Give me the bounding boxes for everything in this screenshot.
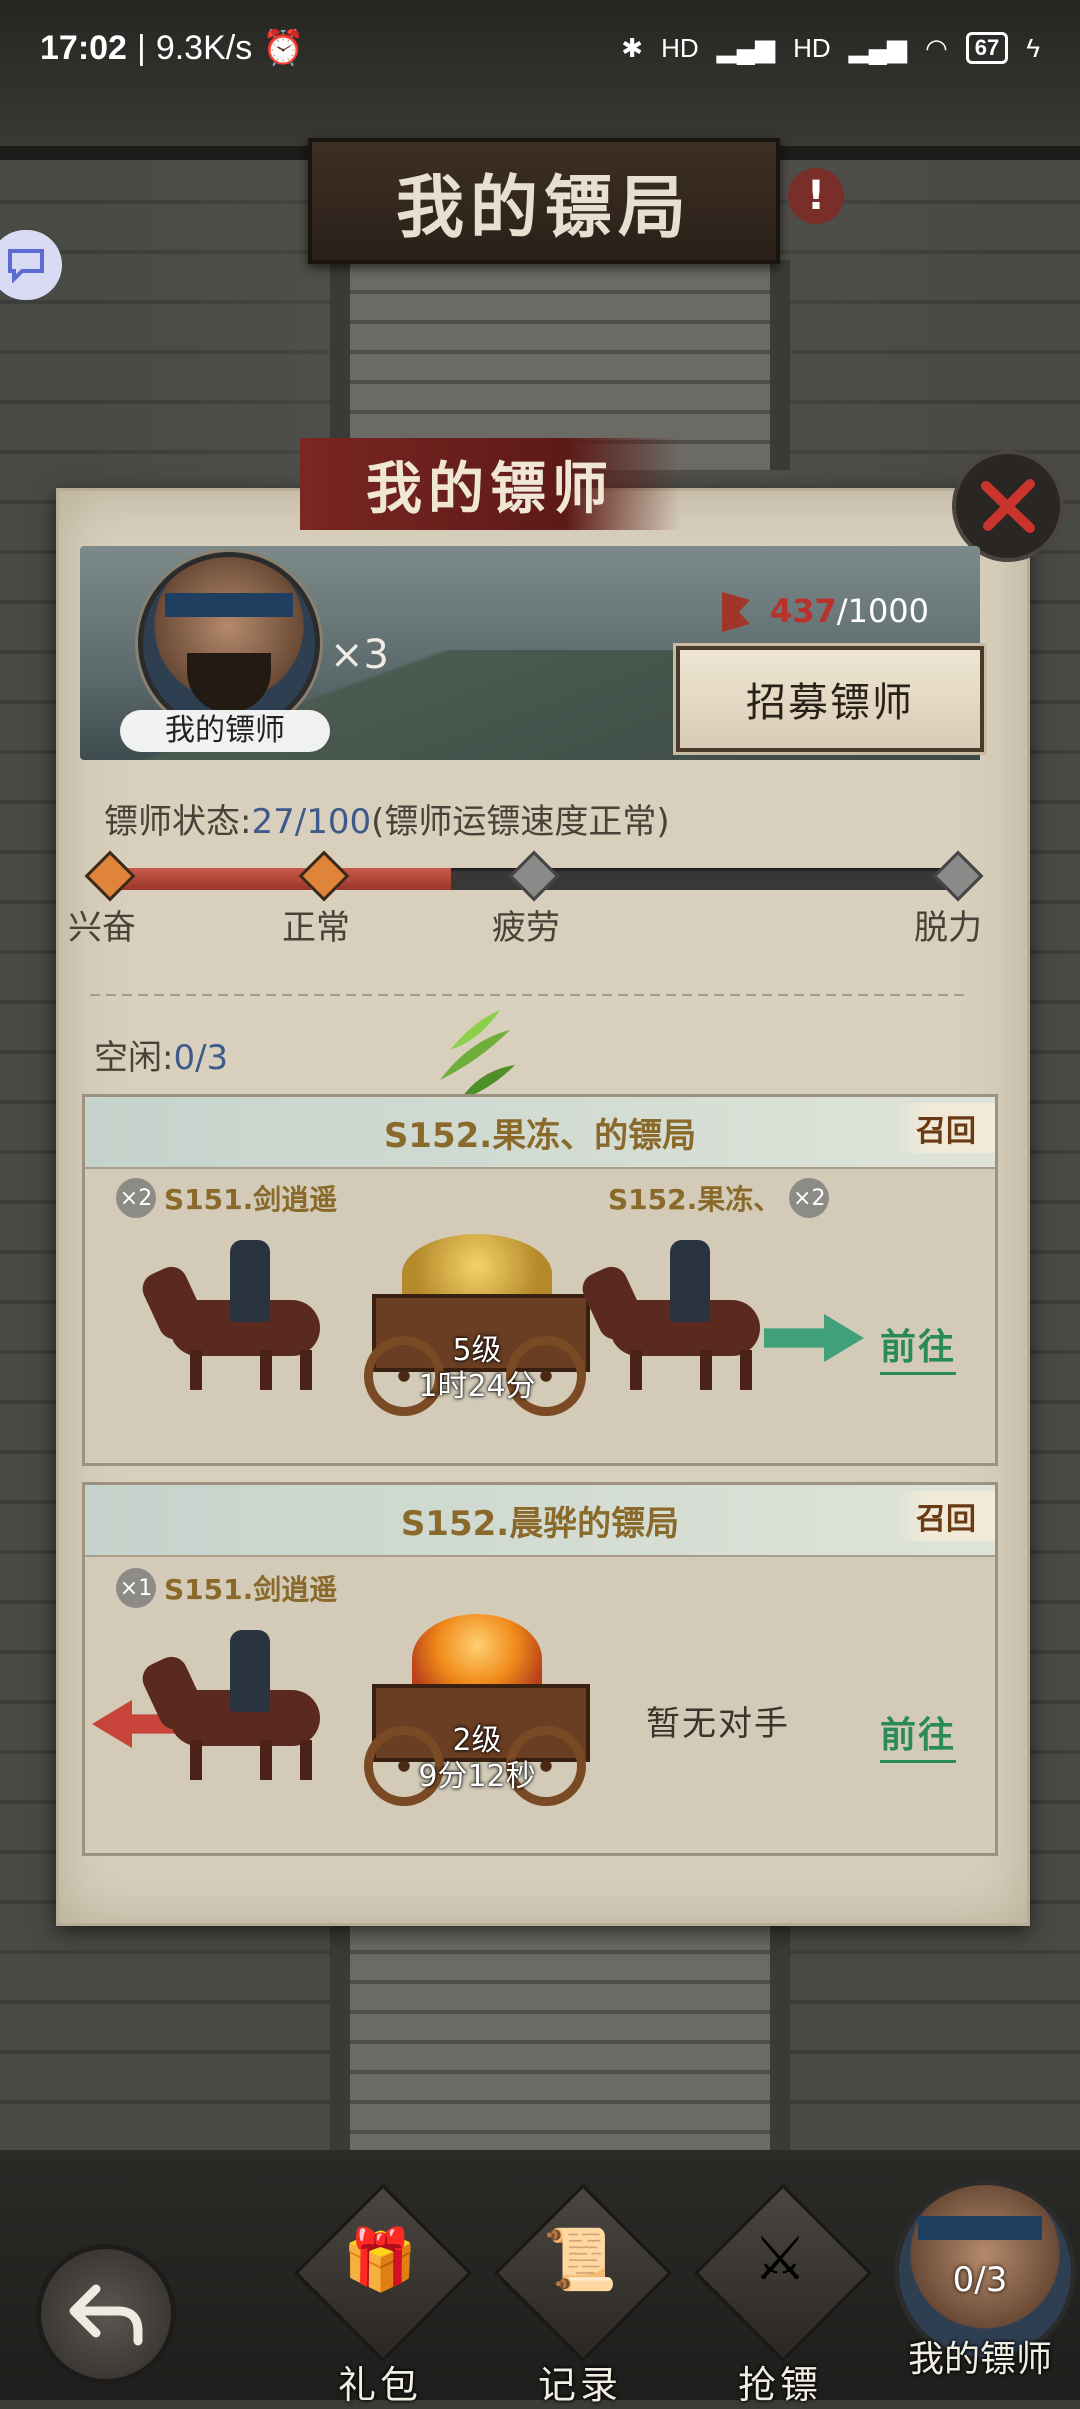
- goto-button[interactable]: 前往: [880, 1706, 957, 1763]
- label-exhausted: 脱力: [914, 908, 982, 948]
- right-name: S152.果冻、: [608, 1183, 782, 1216]
- nav-gift[interactable]: 🎁 礼包: [293, 2183, 473, 2407]
- nav-record[interactable]: 📜 记录: [493, 2183, 673, 2407]
- label-tired: 疲劳: [492, 908, 560, 948]
- my-escort-count: 0/3: [952, 2260, 1008, 2300]
- escort-left-tag: ×1 S151.剑逍遥: [116, 1568, 337, 1608]
- cart-level: 2级: [452, 1723, 502, 1758]
- charging-icon: ϟ: [1026, 32, 1040, 63]
- wifi-icon: ◠: [925, 32, 948, 63]
- signal-icon: ▂▄▆: [716, 32, 776, 63]
- gift-icon: 🎁: [342, 2225, 418, 2295]
- page-title: 我的镖局: [308, 138, 780, 264]
- net-speed: 9.3K/s: [155, 28, 253, 67]
- goto-button[interactable]: 前往: [880, 1318, 957, 1375]
- left-name: S151.剑逍遥: [164, 1573, 338, 1606]
- escort-left-tag: ×2 S151.剑逍遥: [116, 1178, 337, 1218]
- horse-left: [137, 1630, 340, 1780]
- escort-status: 镖师状态:27/100(镖师运镖速度正常): [104, 802, 670, 842]
- scroll-icon: 📜: [542, 2225, 618, 2295]
- alarm-icon: ⏰: [262, 29, 305, 67]
- status-bar-fill: [108, 868, 452, 890]
- label-normal: 正常: [282, 908, 350, 948]
- left-name: S151.剑逍遥: [164, 1183, 338, 1216]
- recall-button[interactable]: 召回: [897, 1103, 995, 1153]
- escort-avatar[interactable]: [138, 552, 320, 734]
- alert-icon[interactable]: !: [788, 168, 844, 224]
- left-count: ×2: [116, 1178, 156, 1218]
- avatar-label: 我的镖师: [120, 710, 330, 752]
- divider: [90, 994, 970, 996]
- label-excited: 兴奋: [68, 908, 136, 948]
- battery-icon: 67: [965, 32, 1009, 64]
- signal-hd-1: HD: [661, 32, 699, 63]
- escort-right-tag: S152.果冻、 ×2: [608, 1178, 830, 1218]
- signal-icon-2: ▂▄▆: [848, 32, 908, 63]
- my-escort-label: 我的镖师: [907, 2339, 1052, 2380]
- status-bar: 17:02 | 9.3K/s ⏰ ✱ HD ▂▄▆ HD ▂▄▆ ◠ 67 ϟ: [40, 28, 1040, 68]
- horse-right: [577, 1240, 780, 1390]
- recruit-button[interactable]: 招募镖师: [676, 646, 984, 752]
- idle-count: 空闲:0/3: [94, 1038, 229, 1078]
- recruit-count: 437/1000: [770, 592, 930, 630]
- back-arrow-icon: [69, 2284, 143, 2346]
- back-button[interactable]: [36, 2244, 176, 2384]
- clock: 17:02: [40, 28, 127, 67]
- nav-rob[interactable]: ⚔ 抢镖: [693, 2183, 873, 2407]
- escort-card-title: S152.果冻、的镖局: [85, 1097, 995, 1169]
- close-icon: [981, 479, 1035, 533]
- stairs-bottom: [330, 1920, 790, 2160]
- escort-card-title: S152.晨骅的镖局: [85, 1485, 995, 1557]
- panel-title: 我的镖师: [300, 438, 680, 530]
- recall-button[interactable]: 召回: [897, 1491, 995, 1541]
- no-opponent-text: 暂无对手: [646, 1704, 790, 1744]
- left-count: ×1: [116, 1568, 156, 1608]
- cart-level: 5级: [452, 1333, 502, 1368]
- right-count: ×2: [789, 1178, 830, 1218]
- cart-time: 1时24分: [418, 1369, 536, 1404]
- signal-hd-2: HD: [793, 32, 831, 63]
- nav-my-escort[interactable]: 0/3 我的镖师: [888, 2180, 1076, 2380]
- cart-time: 9分12秒: [418, 1759, 536, 1794]
- escort-multiplier: ×3: [330, 632, 389, 678]
- sword-icon: ⚔: [753, 2224, 807, 2294]
- bluetooth-icon: ✱: [621, 32, 644, 63]
- horse-left: [137, 1240, 340, 1390]
